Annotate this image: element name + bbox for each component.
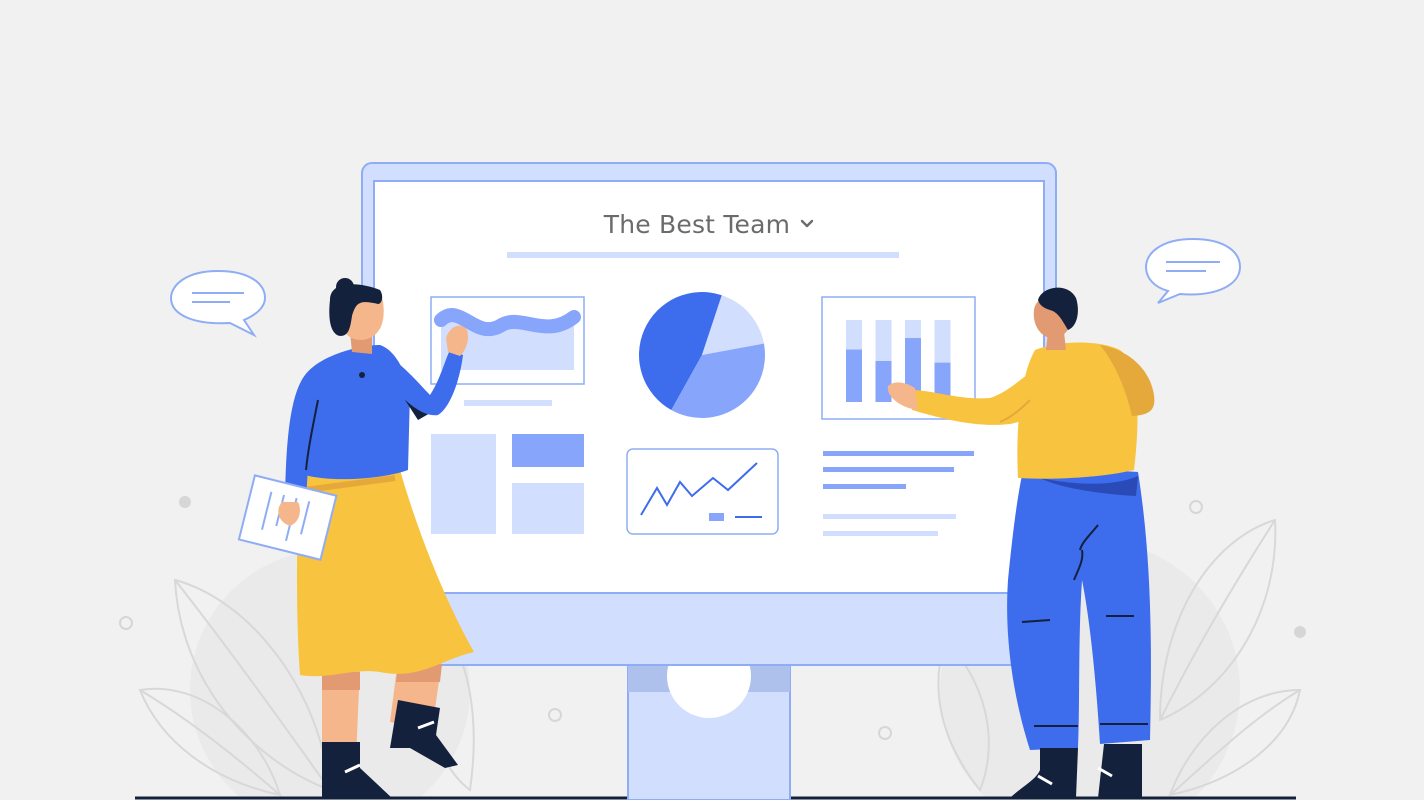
speech-bubble-right bbox=[1144, 237, 1242, 304]
bar bbox=[875, 361, 892, 402]
ring-decor bbox=[878, 726, 892, 740]
bar bbox=[846, 349, 862, 402]
area-chart-caption-line bbox=[464, 400, 552, 406]
line-chart-legend-swatch bbox=[709, 513, 724, 521]
chevron-down-icon bbox=[798, 215, 816, 233]
illustration bbox=[119, 162, 1306, 800]
dot-decor bbox=[179, 496, 191, 508]
speech-bubble-left bbox=[169, 269, 267, 338]
ring-decor bbox=[119, 616, 133, 630]
tile bbox=[512, 483, 584, 534]
tile bbox=[512, 434, 584, 467]
dot-decor bbox=[1294, 626, 1306, 638]
title-underline bbox=[507, 252, 899, 258]
team-selector-dropdown[interactable]: The Best Team bbox=[560, 204, 860, 244]
pie-chart-widget bbox=[638, 291, 765, 419]
team-selector-label: The Best Team bbox=[603, 209, 791, 239]
ring-decor bbox=[548, 708, 562, 722]
ring-decor bbox=[1189, 500, 1203, 514]
tile bbox=[431, 434, 496, 534]
line-chart-widget bbox=[626, 448, 779, 535]
